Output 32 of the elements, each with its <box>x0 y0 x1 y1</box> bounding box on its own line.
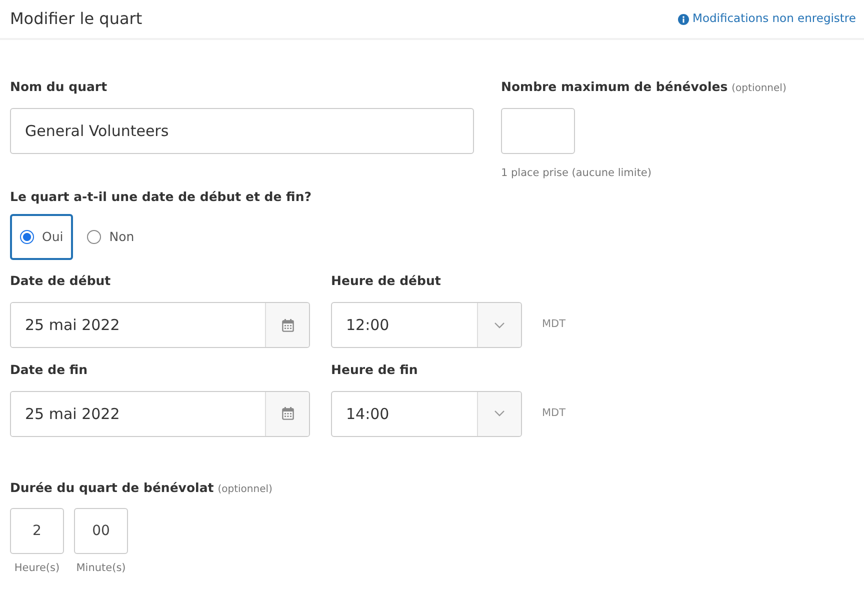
field-label: Heure de début <box>331 272 442 290</box>
volunteer-count-field[interactable] <box>501 108 575 154</box>
field-caption: Minute(s) <box>76 560 126 576</box>
radio-option[interactable]: Non <box>77 214 144 260</box>
question-label: Le quart a-t-il une date de début et de fin? <box>10 188 312 206</box>
calendar-icon <box>282 407 294 420</box>
chevron-down-icon <box>494 322 505 328</box>
optional-note: (optionnel) <box>732 82 786 96</box>
date-field[interactable]: 25 mai 2022 <box>10 390 310 437</box>
field-label: Date de début <box>10 272 112 290</box>
status-text: Modifications non enregistre <box>692 10 856 28</box>
date-field[interactable]: 25 mai 2022 <box>10 302 310 348</box>
timezone-label: MDT <box>542 317 566 332</box>
help-text: 1 place prise (aucune limite) <box>501 166 652 181</box>
page-title: Modifier le quart <box>10 8 142 30</box>
field-label: Nombre maximum de bénévoles <box>501 78 728 96</box>
field-label: Heure de fin <box>331 361 419 379</box>
duration-field[interactable]: 2 <box>10 508 64 554</box>
time-select[interactable]: 14:00 <box>331 390 522 437</box>
timezone-label: MDT <box>542 406 566 421</box>
field-caption: Heure(s) <box>14 560 60 576</box>
duration-field[interactable]: 00 <box>74 508 128 554</box>
field-label: Date de fin <box>10 361 89 379</box>
field-label: Nom du quart <box>10 78 108 96</box>
radio-option[interactable]: Oui <box>10 214 74 260</box>
time-select[interactable]: 12:00 <box>331 302 522 348</box>
calendar-icon <box>282 318 294 332</box>
field-label: Durée du quart de bénévolat <box>10 478 214 497</box>
name-field[interactable]: General Volunteers <box>10 108 474 154</box>
info-icon <box>678 14 689 24</box>
optional-note: (optionnel) <box>218 482 272 497</box>
chevron-down-icon <box>494 410 505 418</box>
